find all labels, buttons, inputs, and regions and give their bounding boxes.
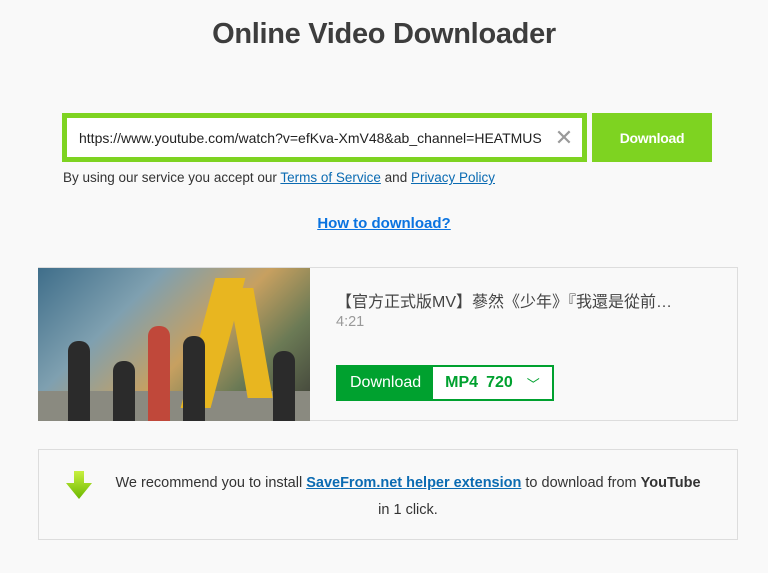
recommend-text-3: in 1 click. [378,502,438,518]
terms-notice: By using our service you accept our Term… [63,170,495,185]
url-input-container: ✕ [62,113,587,162]
extension-recommendation: We recommend you to install SaveFrom.net… [38,449,738,540]
privacy-policy-link[interactable]: Privacy Policy [411,170,495,185]
page-title: Online Video Downloader [212,18,556,50]
format-label: MP4 [445,374,479,391]
close-icon[interactable]: ✕ [546,125,582,151]
terms-of-service-link[interactable]: Terms of Service [280,170,381,185]
video-result-card: 【官方正式版MV】蔘然《少年》『我還是從前… 4:21 Download MP4… [38,267,738,421]
brand-name: YouTube [640,475,701,491]
video-title: 【官方正式版MV】蔘然《少年》『我還是從前… [336,294,673,311]
download-format-group: Download MP4 720 ﹀ [336,365,554,401]
download-arrow-icon [66,471,92,499]
how-to-download-link[interactable]: How to download? [317,215,450,232]
video-duration: 4:21 [336,314,365,330]
terms-prefix: By using our service you accept our [63,170,277,185]
recommend-text: We recommend you to install [115,475,303,491]
video-download-button[interactable]: Download [338,367,434,399]
how-to-container: How to download? [0,215,768,232]
chevron-down-icon: ﹀ [526,376,540,392]
url-input[interactable] [67,129,546,146]
format-select[interactable]: MP4 720 ﹀ [433,367,552,399]
video-thumbnail[interactable] [38,268,310,421]
helper-extension-link[interactable]: SaveFrom.net helper extension [306,475,521,491]
quality-label: 720 [486,374,513,391]
recommend-text-2: to download from [525,475,637,491]
download-button[interactable]: Download [592,113,712,162]
terms-and: and [384,170,408,185]
